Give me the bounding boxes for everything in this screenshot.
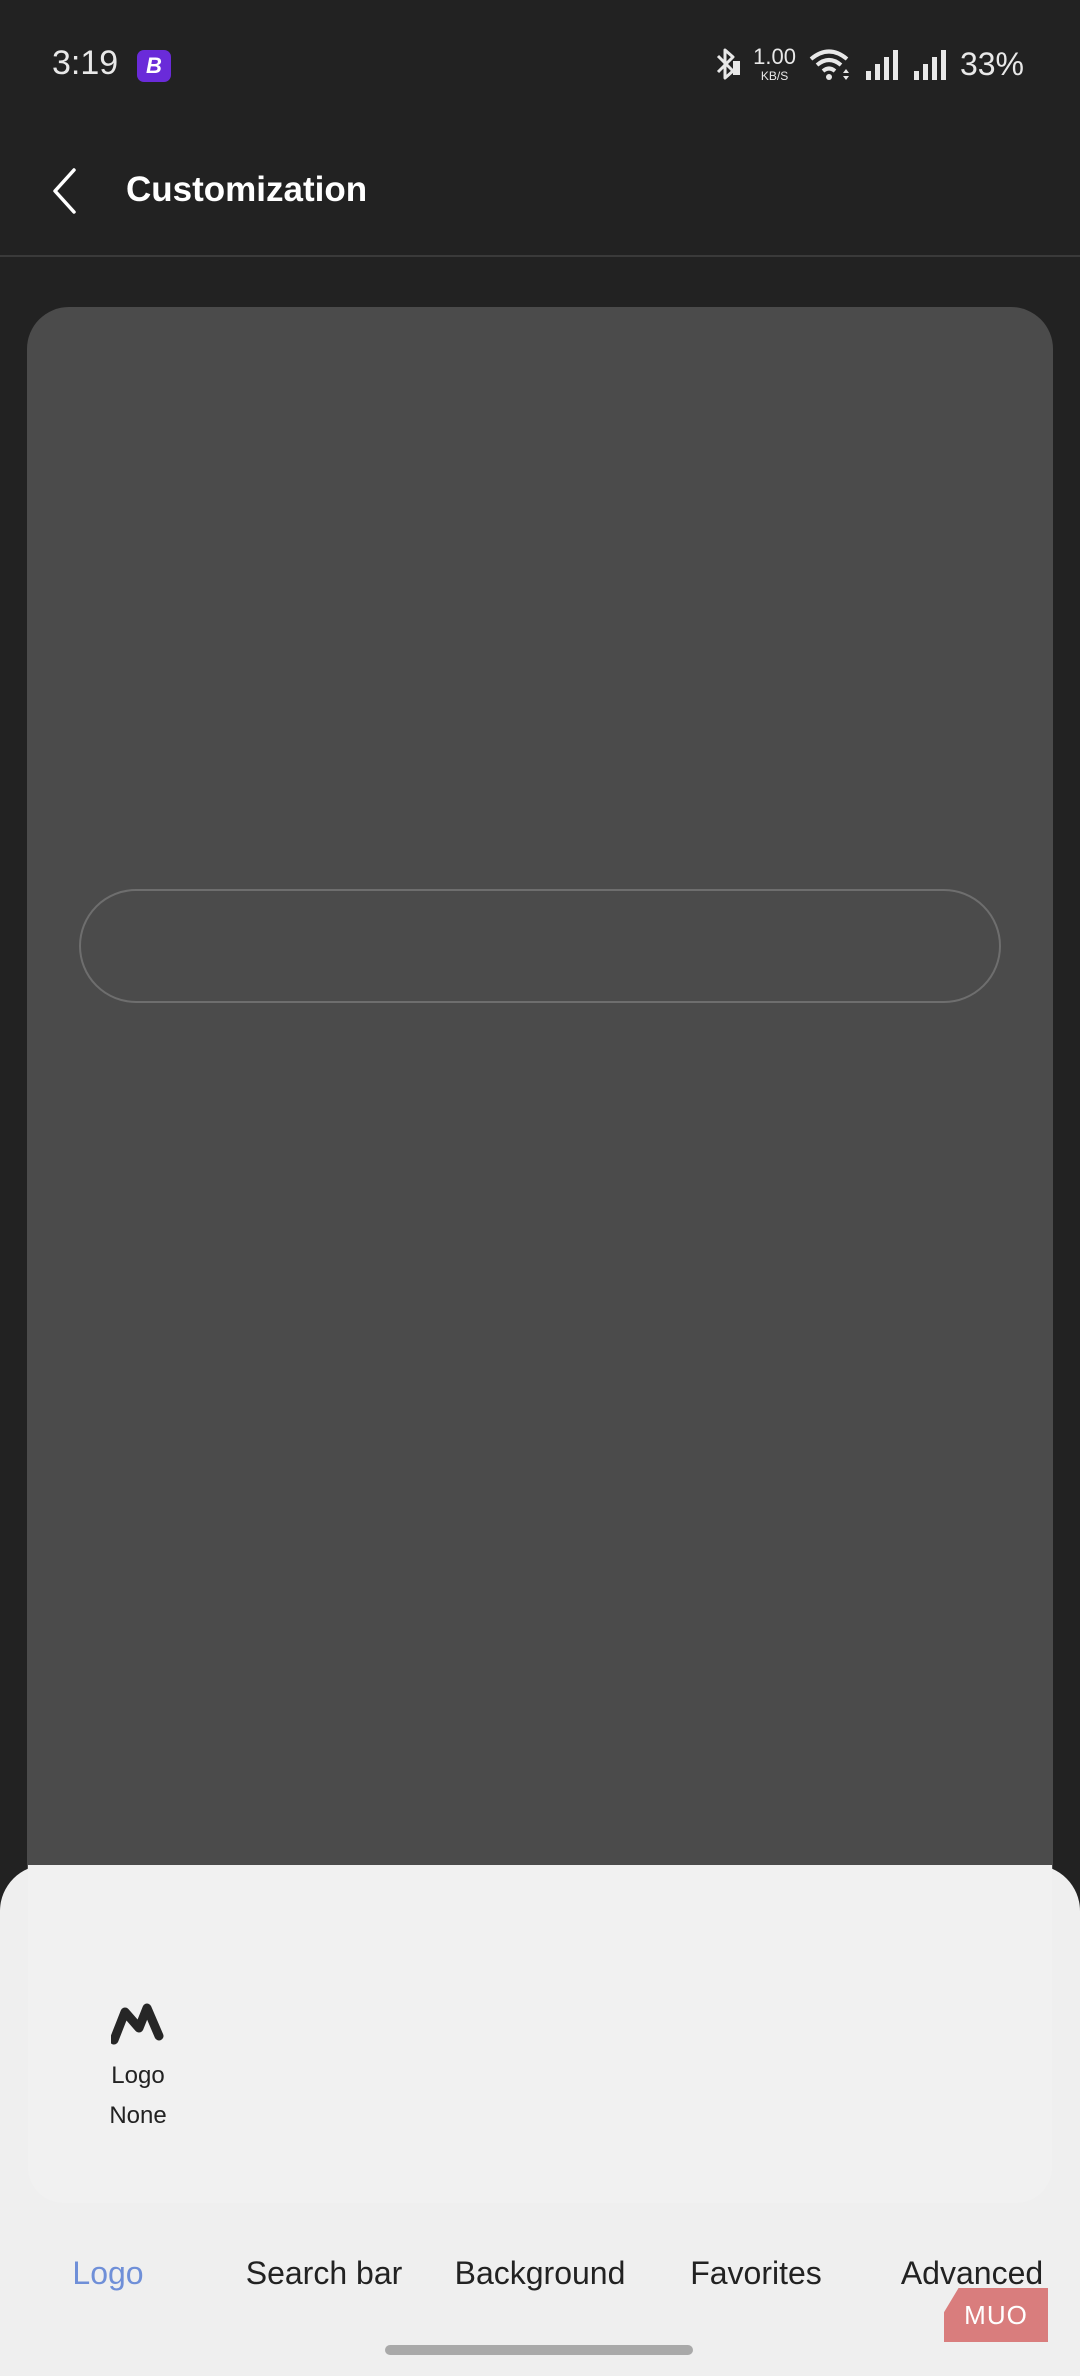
- status-icons: 1.00 KB/S 33%: [713, 44, 1024, 84]
- network-speed-value: 1.00: [753, 44, 796, 69]
- tab-bar: Logo Search bar Background Favorites Adv…: [0, 2225, 1080, 2325]
- tab-logo[interactable]: Logo: [72, 2255, 143, 2292]
- options-panel: Logo None: [28, 1865, 1052, 2203]
- home-indicator[interactable]: [385, 2345, 693, 2355]
- logo-icon: [111, 2003, 164, 2045]
- status-bar: 3:19 B 1.00 KB/S 33%: [0, 0, 1080, 130]
- back-button[interactable]: [36, 156, 92, 226]
- tab-favorites[interactable]: Favorites: [690, 2255, 822, 2292]
- preview-search-bar: [79, 889, 1001, 1003]
- muo-watermark: MUO: [944, 2288, 1048, 2342]
- tab-background[interactable]: Background: [455, 2255, 626, 2292]
- tab-search-bar[interactable]: Search bar: [246, 2255, 403, 2292]
- logo-option-label: Logo: [111, 2062, 165, 2089]
- logo-option-value: None: [109, 2102, 167, 2129]
- network-speed-unit: KB/S: [760, 69, 789, 83]
- signal-icon-sim1: [865, 50, 898, 80]
- battery-level: 33%: [959, 45, 1024, 82]
- signal-icon-sim2: [913, 50, 946, 80]
- chevron-left-icon: [53, 168, 76, 214]
- app-notification-icon: B: [137, 50, 171, 82]
- app-bar: Customization: [0, 130, 1080, 257]
- tab-advanced[interactable]: Advanced: [901, 2255, 1043, 2292]
- logo-option[interactable]: Logo None: [68, 2000, 208, 2130]
- page-title: Customization: [126, 170, 368, 209]
- wifi-icon: [809, 49, 849, 80]
- network-speed: 1.00 KB/S: [753, 44, 796, 83]
- bluetooth-icon: [717, 48, 741, 80]
- status-time: 3:19: [52, 44, 119, 82]
